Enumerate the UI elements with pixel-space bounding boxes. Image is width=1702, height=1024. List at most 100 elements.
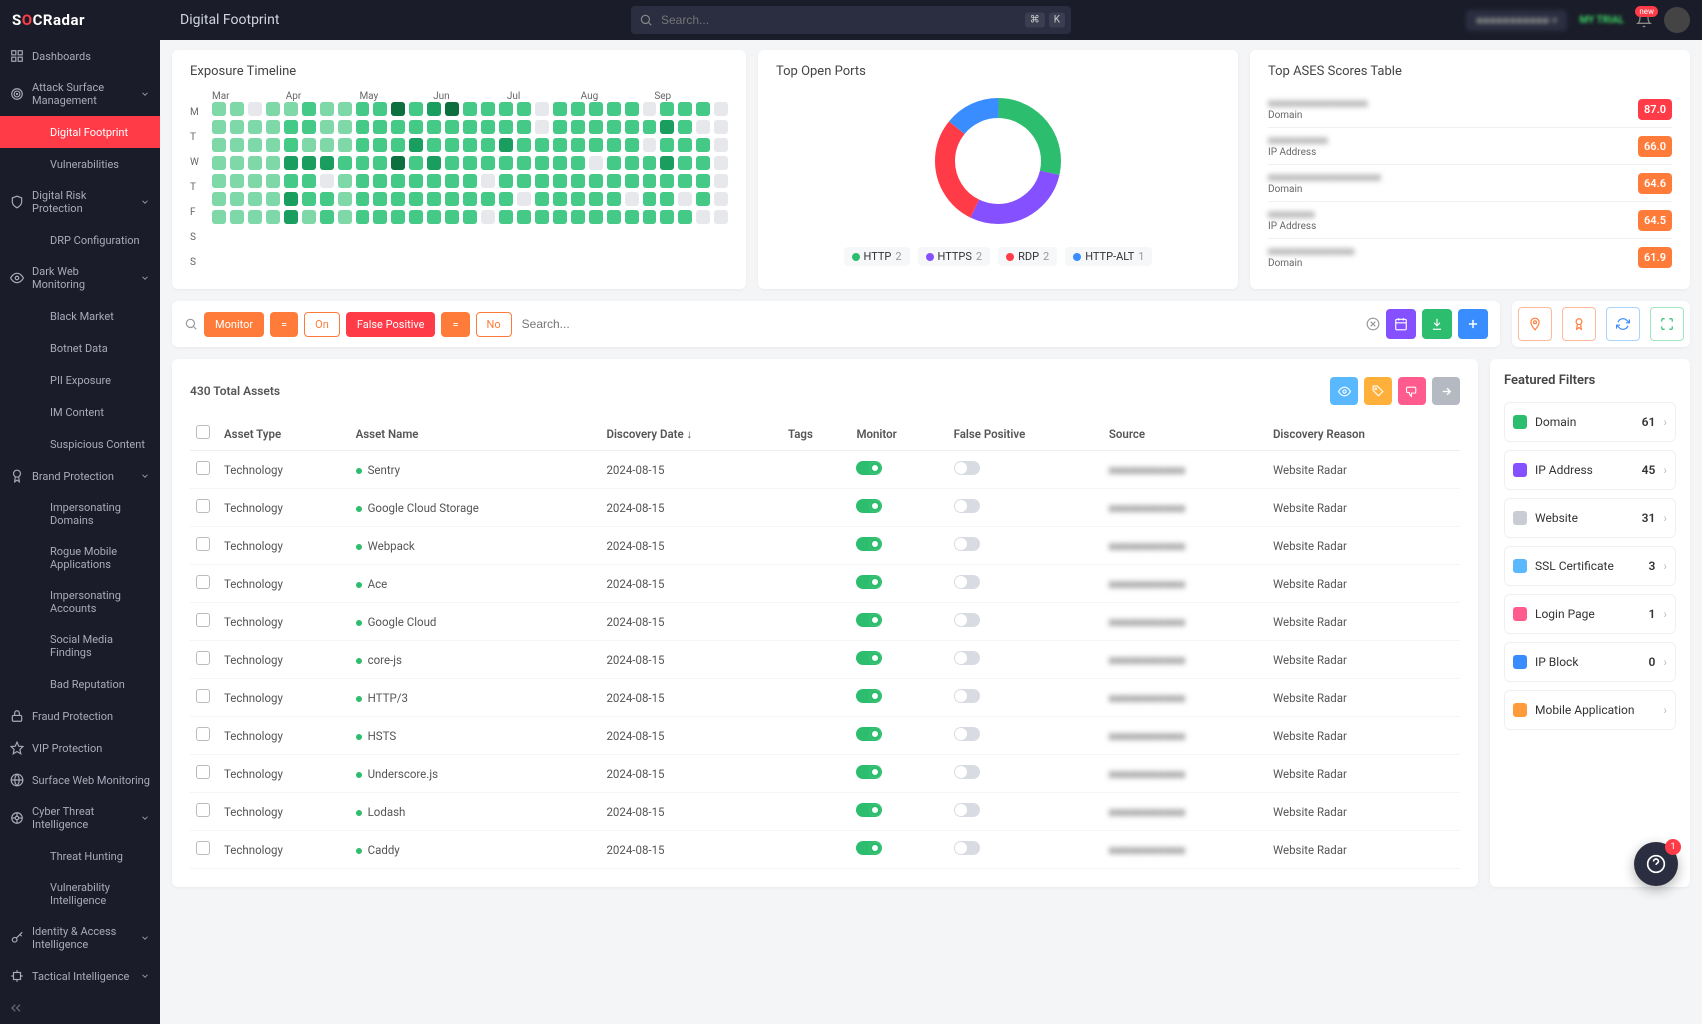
heatmap-cell[interactable] (499, 120, 513, 134)
heatmap-cell[interactable] (535, 138, 549, 152)
heatmap-cell[interactable] (248, 210, 262, 224)
ases-row[interactable]: ■■■■■■■■■■■■■■■Domain87.0 (1268, 91, 1672, 128)
heatmap-cell[interactable] (678, 174, 692, 188)
heatmap-cell[interactable] (248, 156, 262, 170)
heatmap-cell[interactable] (678, 120, 692, 134)
chip-eq2[interactable]: = (441, 312, 469, 337)
heatmap-cell[interactable] (391, 102, 405, 116)
heatmap-cell[interactable] (571, 102, 585, 116)
heatmap-cell[interactable] (589, 156, 603, 170)
chip-eq[interactable]: = (270, 312, 298, 337)
heatmap-cell[interactable] (517, 174, 531, 188)
table-row[interactable]: TechnologyAce2024-08-15✓■■■■■■■■■■■Websi… (190, 565, 1460, 603)
table-row[interactable]: TechnologyHTTP/32024-08-15✓■■■■■■■■■■■We… (190, 679, 1460, 717)
heatmap-cell[interactable] (553, 174, 567, 188)
award-icon[interactable] (1562, 307, 1596, 341)
heatmap-cell[interactable] (230, 210, 244, 224)
heatmap-cell[interactable] (302, 156, 316, 170)
heatmap-cell[interactable] (284, 156, 298, 170)
monitor-toggle[interactable]: ✓ (856, 537, 882, 551)
heatmap-cell[interactable] (302, 138, 316, 152)
heatmap-cell[interactable] (212, 192, 226, 206)
heatmap-cell[interactable] (338, 156, 352, 170)
table-header[interactable]: Discovery Reason (1267, 417, 1460, 451)
add-button[interactable] (1458, 309, 1488, 339)
heatmap-cell[interactable] (625, 156, 639, 170)
heatmap-cell[interactable] (409, 138, 423, 152)
heatmap-cell[interactable] (212, 210, 226, 224)
table-row[interactable]: Technologycore-js2024-08-15✓■■■■■■■■■■■W… (190, 641, 1460, 679)
row-checkbox[interactable] (196, 499, 210, 513)
monitor-toggle[interactable]: ✓ (856, 651, 882, 665)
ases-row[interactable]: ■■■■■■■■■■■■■Domain61.9 (1268, 239, 1672, 275)
heatmap-cell[interactable] (302, 102, 316, 116)
chip-falsepositive[interactable]: False Positive (346, 312, 436, 337)
heatmap-cell[interactable] (302, 210, 316, 224)
monitor-toggle[interactable]: ✓ (856, 803, 882, 817)
table-header[interactable]: Monitor (850, 417, 947, 451)
table-header[interactable]: Asset Name (350, 417, 601, 451)
heatmap-cell[interactable] (230, 174, 244, 188)
heatmap-cell[interactable] (643, 102, 657, 116)
heatmap-cell[interactable] (266, 120, 280, 134)
monitor-toggle[interactable]: ✓ (856, 765, 882, 779)
heatmap-cell[interactable] (320, 102, 334, 116)
heatmap-cell[interactable] (463, 174, 477, 188)
heatmap-cell[interactable] (445, 120, 459, 134)
heatmap-cell[interactable] (445, 192, 459, 206)
heatmap-cell[interactable] (230, 102, 244, 116)
heatmap-cell[interactable] (607, 138, 621, 152)
table-row[interactable]: TechnologyHSTS2024-08-15✓■■■■■■■■■■■Webs… (190, 717, 1460, 755)
heatmap-cell[interactable] (678, 156, 692, 170)
sidebar-item-dark-web-monitoring[interactable]: Dark Web Monitoring (0, 256, 160, 300)
heatmap-cell[interactable] (607, 102, 621, 116)
heatmap-cell[interactable] (660, 138, 674, 152)
heatmap-cell[interactable] (373, 174, 387, 188)
heatmap-cell[interactable] (427, 120, 441, 134)
heatmap-cell[interactable] (320, 138, 334, 152)
heatmap-cell[interactable] (571, 156, 585, 170)
heatmap-cell[interactable] (338, 138, 352, 152)
trial-badge[interactable]: MY TRIAL (1579, 15, 1624, 26)
heatmap-cell[interactable] (589, 192, 603, 206)
heatmap-cell[interactable] (391, 120, 405, 134)
heatmap-cell[interactable] (302, 174, 316, 188)
heatmap-cell[interactable] (445, 174, 459, 188)
heatmap-cell[interactable] (660, 210, 674, 224)
sidebar-item-bad-reputation[interactable]: Bad Reputation (0, 668, 160, 700)
table-row[interactable]: TechnologyGoogle Cloud Storage2024-08-15… (190, 489, 1460, 527)
sidebar-item-im-content[interactable]: IM Content (0, 396, 160, 428)
sidebar-item-dashboards[interactable]: Dashboards (0, 40, 160, 72)
sidebar-item-social-media-findings[interactable]: Social Media Findings (0, 624, 160, 668)
heatmap-cell[interactable] (571, 174, 585, 188)
heatmap-cell[interactable] (409, 174, 423, 188)
heatmap-cell[interactable] (391, 210, 405, 224)
heatmap-cell[interactable] (696, 210, 710, 224)
heatmap-cell[interactable] (427, 174, 441, 188)
heatmap-cell[interactable] (499, 102, 513, 116)
heatmap-cell[interactable] (571, 120, 585, 134)
heatmap-cell[interactable] (463, 192, 477, 206)
heatmap-cell[interactable] (517, 138, 531, 152)
heatmap-cell[interactable] (230, 192, 244, 206)
monitor-toggle[interactable]: ✓ (856, 613, 882, 627)
row-checkbox[interactable] (196, 689, 210, 703)
heatmap-cell[interactable] (714, 192, 728, 206)
heatmap-cell[interactable] (266, 102, 280, 116)
heatmap-cell[interactable] (230, 138, 244, 152)
heatmap-cell[interactable] (625, 174, 639, 188)
featured-filter-row[interactable]: Login Page1› (1504, 594, 1676, 634)
heatmap-cell[interactable] (714, 120, 728, 134)
sidebar-item-impersonating-domains[interactable]: Impersonating Domains (0, 492, 160, 536)
calendar-button[interactable] (1386, 309, 1416, 339)
heatmap-cell[interactable] (660, 156, 674, 170)
heatmap-cell[interactable] (248, 174, 262, 188)
refresh-icon[interactable] (1606, 307, 1640, 341)
sidebar-item-vip-protection[interactable]: VIP Protection (0, 732, 160, 764)
dislike-button[interactable] (1398, 377, 1426, 405)
heatmap-cell[interactable] (212, 156, 226, 170)
heatmap-cell[interactable] (338, 192, 352, 206)
ases-row[interactable]: ■■■■■■■■■IP Address66.0 (1268, 128, 1672, 165)
heatmap-cell[interactable] (248, 120, 262, 134)
heatmap-cell[interactable] (625, 138, 639, 152)
